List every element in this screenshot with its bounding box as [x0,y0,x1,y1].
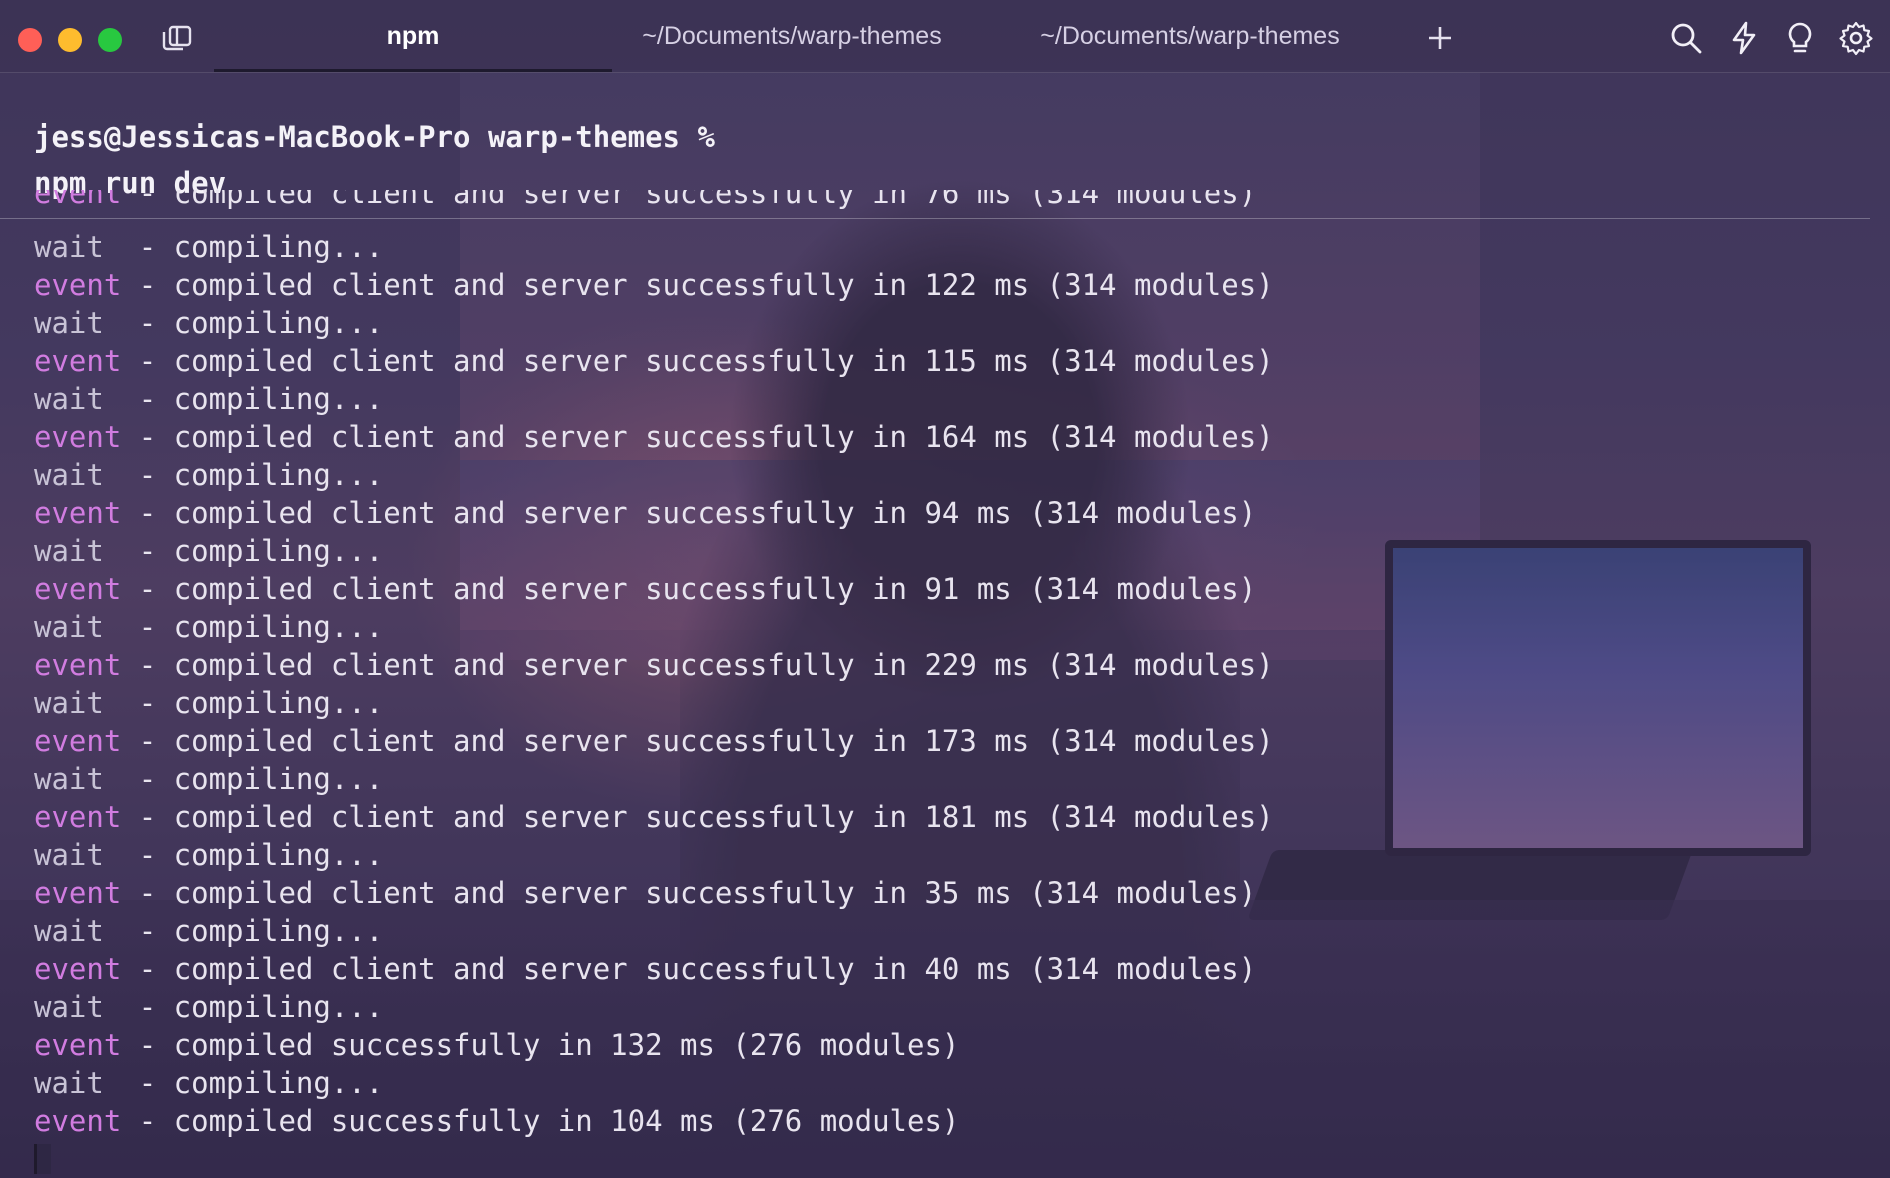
output-line: wait - compiling... [34,304,1834,342]
output-line: wait - compiling... [34,608,1834,646]
log-keyword: event [34,344,122,378]
log-message: - compiling... [103,306,384,340]
log-keyword: wait [34,838,104,872]
lightning-icon[interactable] [1726,20,1762,56]
plus-icon [1429,27,1451,49]
log-keyword: event [34,876,122,910]
log-keyword: wait [34,1066,104,1100]
log-keyword: event [34,496,122,530]
log-keyword: event [34,800,122,834]
log-keyword: wait [34,534,104,568]
log-keyword: event [34,420,122,454]
log-message: - compiling... [103,838,384,872]
tab-label: ~/Documents/warp-themes [1040,21,1340,50]
log-message: - compiled client and server successfull… [121,420,1274,454]
log-message: - compiled client and server successfull… [121,648,1274,682]
output-line: event - compiled successfully in 104 ms … [34,1102,1834,1140]
log-message: - compiling... [103,990,384,1024]
output-line: wait - compiling... [34,988,1834,1026]
tab-npm[interactable]: npm [214,0,612,72]
search-icon[interactable] [1668,20,1704,56]
log-message: - compiled client and server successfull… [121,496,1257,530]
fullscreen-window-button[interactable] [98,28,122,52]
shell-prompt: jess@Jessicas-MacBook-Pro warp-themes % [34,120,715,154]
output-line: wait - compiling... [34,380,1834,418]
partial-output-line: event - compiled client and server succe… [34,190,1256,218]
log-message: - compiled successfully in 132 ms (276 m… [121,1028,960,1062]
log-message: - compiling... [103,1066,384,1100]
log-keyword: wait [34,382,104,416]
output-line: event - compiled client and server succe… [34,950,1834,988]
new-tab-button[interactable] [1422,20,1458,56]
log-keyword: wait [34,306,104,340]
tabs-panel-icon[interactable] [160,24,194,52]
log-message: - compiling... [103,686,384,720]
output-line: wait - compiling... [34,684,1834,722]
log-keyword: event [34,190,122,210]
minimize-window-button[interactable] [58,28,82,52]
log-message: - compiled client and server successfull… [121,344,1274,378]
log-message: - compiling... [103,534,384,568]
log-keyword: event [34,648,122,682]
log-keyword: event [34,952,122,986]
output-line: event - compiled client and server succe… [34,418,1834,456]
tab-warp-themes-2[interactable]: ~/Documents/warp-themes [1010,0,1370,72]
input-cursor[interactable] [34,1144,51,1174]
log-keyword: event [34,1104,122,1138]
tab-label: ~/Documents/warp-themes [642,21,942,50]
log-message: - compiled client and server successfull… [121,572,1257,606]
log-message: - compiled client and server successfull… [121,800,1274,834]
output-line: event - compiled client and server succe… [34,342,1834,380]
log-message: - compiling... [103,458,384,492]
output-line: wait - compiling... [34,836,1834,874]
output-line: wait - compiling... [34,1064,1834,1102]
output-line: event - compiled client and server succe… [34,874,1834,912]
log-message: - compiling... [103,382,384,416]
output-line: event - compiled client and server succe… [34,646,1834,684]
log-keyword: wait [34,610,104,644]
lightbulb-icon[interactable] [1782,20,1818,56]
output-line: wait - compiling... [34,228,1834,266]
output-line: wait - compiling... [34,532,1834,570]
log-keyword: wait [34,686,104,720]
output-line: event - compiled client and server succe… [34,266,1834,304]
log-message: - compiled successfully in 104 ms (276 m… [121,1104,960,1138]
output-line: event - compiled client and server succe… [34,798,1834,836]
log-keyword: event [34,268,122,302]
close-window-button[interactable] [18,28,42,52]
log-message: - compiling... [103,230,384,264]
log-message: - compiled client and server successfull… [121,190,1257,210]
log-message: - compiling... [103,762,384,796]
log-message: - compiling... [103,914,384,948]
output-line: wait - compiling... [34,456,1834,494]
log-keyword: wait [34,230,104,264]
block-divider [0,218,1870,219]
output-line: event - compiled client and server succe… [34,722,1834,760]
output-line: event - compiled client and server succe… [34,494,1834,532]
log-keyword: wait [34,458,104,492]
log-keyword: event [34,1028,122,1062]
log-message: - compiled client and server successfull… [121,952,1257,986]
output-line: event - compiled successfully in 132 ms … [34,1026,1834,1064]
log-message: - compiling... [103,610,384,644]
window-controls [18,28,122,52]
log-keyword: wait [34,914,104,948]
log-message: - compiled client and server successfull… [121,724,1274,758]
log-message: - compiled client and server successfull… [121,268,1274,302]
tab-bar: npm ~/Documents/warp-themes ~/Documents/… [0,0,1890,73]
output-line: event - compiled client and server succe… [34,570,1834,608]
gear-icon[interactable] [1838,20,1874,56]
log-keyword: wait [34,762,104,796]
output-line: wait - compiling... [34,912,1834,950]
command-output[interactable]: wait - compiling... event - compiled clie… [34,228,1834,1162]
log-keyword: wait [34,990,104,1024]
tab-label: npm [386,21,440,50]
output-line: wait - compiling... [34,760,1834,798]
tab-warp-themes-1[interactable]: ~/Documents/warp-themes [612,0,972,72]
log-message: - compiled client and server successfull… [121,876,1257,910]
log-keyword: event [34,572,122,606]
log-keyword: event [34,724,122,758]
